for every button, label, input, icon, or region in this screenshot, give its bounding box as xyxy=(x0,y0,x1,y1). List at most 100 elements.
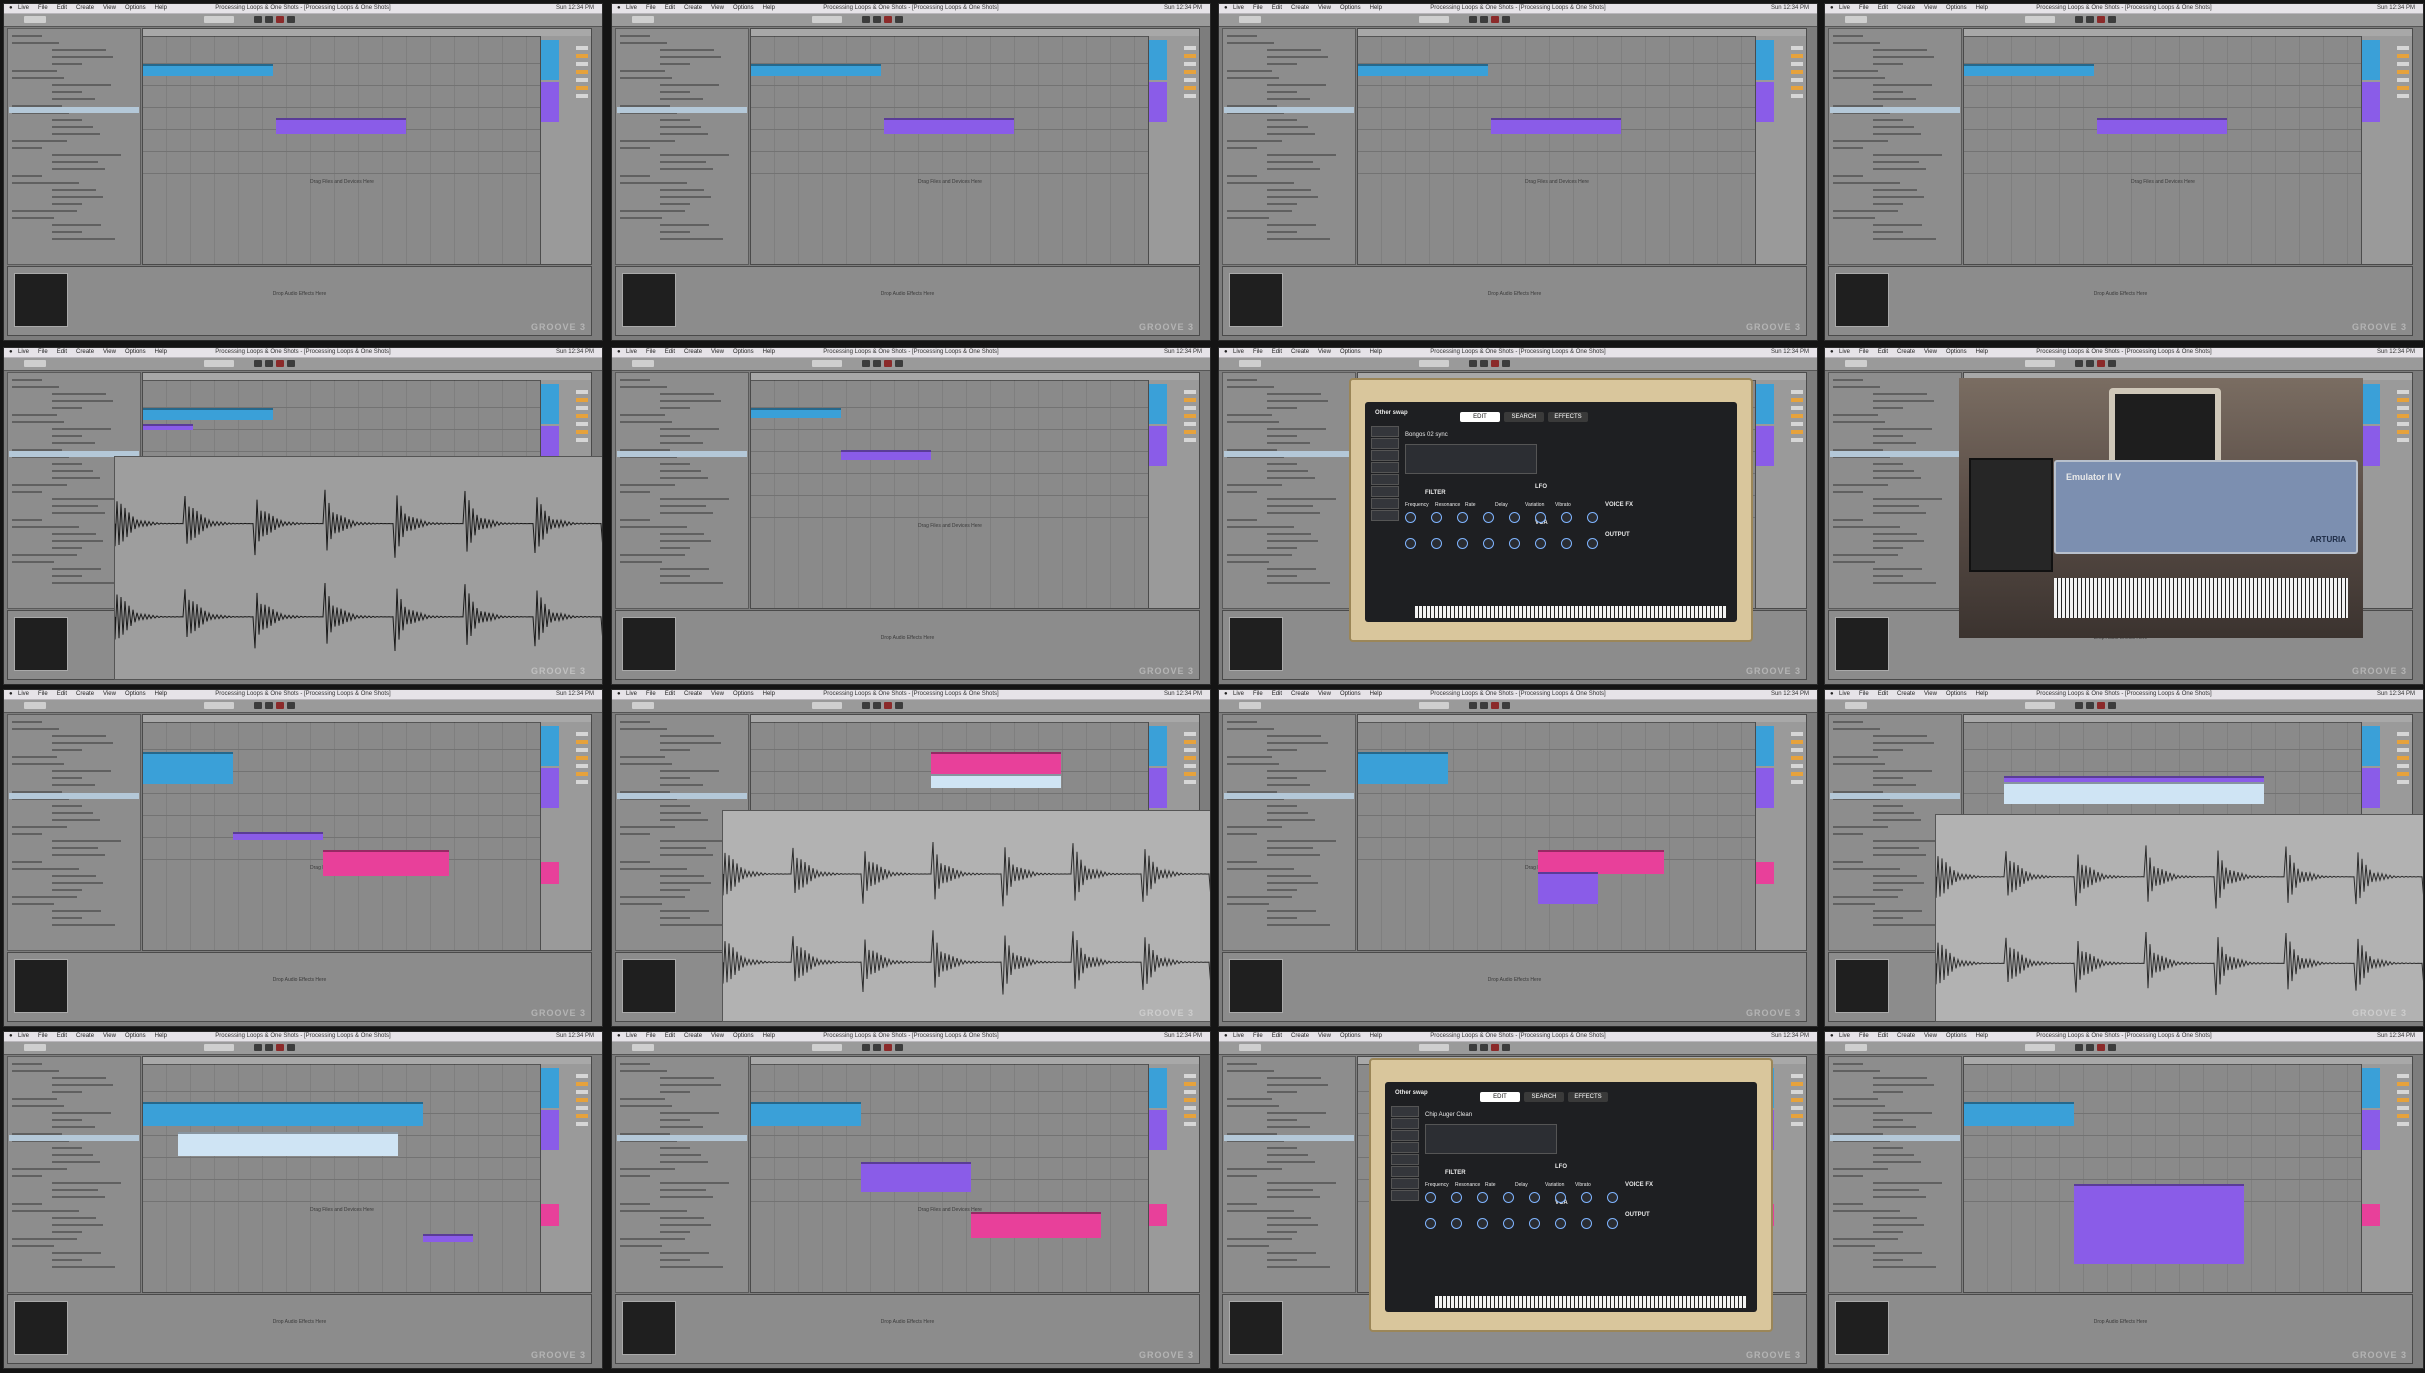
stop-button[interactable] xyxy=(873,16,881,23)
mixer-value-box[interactable] xyxy=(576,1114,588,1118)
track-row[interactable] xyxy=(1964,106,2362,108)
browser-item[interactable] xyxy=(1227,491,1257,493)
browser-item[interactable] xyxy=(52,889,82,891)
browser-item[interactable] xyxy=(52,498,121,500)
browser-item[interactable] xyxy=(660,784,703,786)
mixer-value-box[interactable] xyxy=(576,748,588,752)
play-button[interactable] xyxy=(2075,1044,2083,1051)
loop-button[interactable] xyxy=(895,702,903,709)
browser-item[interactable] xyxy=(620,414,665,416)
tempo-field[interactable] xyxy=(1239,702,1261,709)
mixer-value-box[interactable] xyxy=(2397,414,2409,418)
record-button[interactable] xyxy=(276,360,284,367)
browser-item[interactable] xyxy=(1227,77,1279,79)
browser-item[interactable] xyxy=(660,854,713,856)
voice-slot[interactable] xyxy=(1371,486,1399,497)
browser-item[interactable] xyxy=(1267,49,1321,51)
browser-item[interactable] xyxy=(1227,35,1257,37)
browser-item[interactable] xyxy=(660,56,721,58)
browser-item[interactable] xyxy=(620,763,672,765)
browser-item[interactable] xyxy=(1873,910,1922,912)
browser-item[interactable] xyxy=(12,1203,42,1205)
browser-item[interactable] xyxy=(1227,833,1257,835)
browser-item[interactable] xyxy=(1873,1231,1903,1233)
browser-item[interactable] xyxy=(660,393,714,395)
mixer-value-box[interactable] xyxy=(576,78,588,82)
device-thumbnail[interactable] xyxy=(14,617,68,671)
browser-item[interactable] xyxy=(660,1259,690,1261)
browser-item[interactable] xyxy=(660,1231,690,1233)
tab-search[interactable]: SEARCH xyxy=(1504,412,1544,422)
browser-item[interactable] xyxy=(1227,721,1257,723)
browser-item[interactable] xyxy=(52,203,82,205)
browser-item[interactable] xyxy=(620,756,665,758)
audio-clip[interactable] xyxy=(2097,118,2227,134)
mixer-value-box[interactable] xyxy=(1184,1098,1196,1102)
mixer-value-box[interactable] xyxy=(1184,740,1196,744)
browser-item[interactable] xyxy=(12,561,54,563)
browser-item[interactable] xyxy=(620,182,687,184)
browser-item[interactable] xyxy=(660,1189,706,1191)
voice-slot[interactable] xyxy=(1371,426,1399,437)
browser-item[interactable] xyxy=(1267,400,1328,402)
browser-item[interactable] xyxy=(660,505,706,507)
mixer-value-box[interactable] xyxy=(1791,78,1803,82)
tab-effects[interactable]: EFFECTS xyxy=(1568,1092,1608,1102)
track-row[interactable] xyxy=(1964,150,2362,152)
browser-item[interactable] xyxy=(1227,182,1294,184)
browser-item[interactable] xyxy=(1873,917,1903,919)
browser-item[interactable] xyxy=(1833,868,1900,870)
browser-selected-item[interactable] xyxy=(9,107,139,113)
track-row[interactable] xyxy=(143,814,541,816)
browser-item[interactable] xyxy=(660,1091,690,1093)
browser-item[interactable] xyxy=(1267,1119,1297,1121)
position-field[interactable] xyxy=(1419,16,1449,23)
position-field[interactable] xyxy=(2025,702,2055,709)
browser-item[interactable] xyxy=(1267,470,1308,472)
browser-item[interactable] xyxy=(620,903,662,905)
browser-item[interactable] xyxy=(620,554,685,556)
track-row[interactable] xyxy=(143,150,541,152)
position-field[interactable] xyxy=(204,360,234,367)
browser-item[interactable] xyxy=(1267,1217,1311,1219)
browser-item[interactable] xyxy=(52,91,82,93)
parameter-knob[interactable] xyxy=(1483,538,1494,549)
track-row[interactable] xyxy=(751,172,1149,174)
voice-slot[interactable] xyxy=(1391,1142,1419,1153)
browser-item[interactable] xyxy=(620,386,667,388)
browser-item[interactable] xyxy=(620,147,650,149)
browser-item[interactable] xyxy=(1267,498,1336,500)
browser-item[interactable] xyxy=(620,379,650,381)
browser-item[interactable] xyxy=(1267,568,1316,570)
loop-button[interactable] xyxy=(895,360,903,367)
device-thumbnail[interactable] xyxy=(1835,617,1889,671)
browser-item[interactable] xyxy=(1227,561,1269,563)
browser-item[interactable] xyxy=(660,819,708,821)
plugin-window[interactable]: Other swap EDIT SEARCH EFFECTS Chip Auger Cl… xyxy=(1369,1058,1773,1332)
tempo-field[interactable] xyxy=(24,1044,46,1051)
browser-item[interactable] xyxy=(1873,91,1903,93)
mixer-value-box[interactable] xyxy=(2397,438,2409,442)
mixer-value-box[interactable] xyxy=(1184,398,1196,402)
browser-item[interactable] xyxy=(1873,540,1924,542)
browser-item[interactable] xyxy=(620,519,650,521)
track-row[interactable] xyxy=(1964,1134,2362,1136)
loop-button[interactable] xyxy=(1502,360,1510,367)
voice-slot[interactable] xyxy=(1371,510,1399,521)
browser-item[interactable] xyxy=(12,217,54,219)
browser-item[interactable] xyxy=(620,1168,675,1170)
browser-item[interactable] xyxy=(1267,477,1315,479)
audio-clip[interactable] xyxy=(143,752,233,784)
mixer-value-box[interactable] xyxy=(1184,1114,1196,1118)
browser-item[interactable] xyxy=(52,1091,82,1093)
browser-item[interactable] xyxy=(1833,721,1863,723)
mixer-value-box[interactable] xyxy=(576,62,588,66)
device-thumbnail[interactable] xyxy=(1835,273,1889,327)
browser-item[interactable] xyxy=(620,896,685,898)
browser-item[interactable] xyxy=(1267,154,1336,156)
browser-item[interactable] xyxy=(1833,386,1880,388)
track-row[interactable] xyxy=(143,1090,541,1092)
browser-item[interactable] xyxy=(12,421,64,423)
tempo-field[interactable] xyxy=(1239,16,1261,23)
position-field[interactable] xyxy=(204,1044,234,1051)
